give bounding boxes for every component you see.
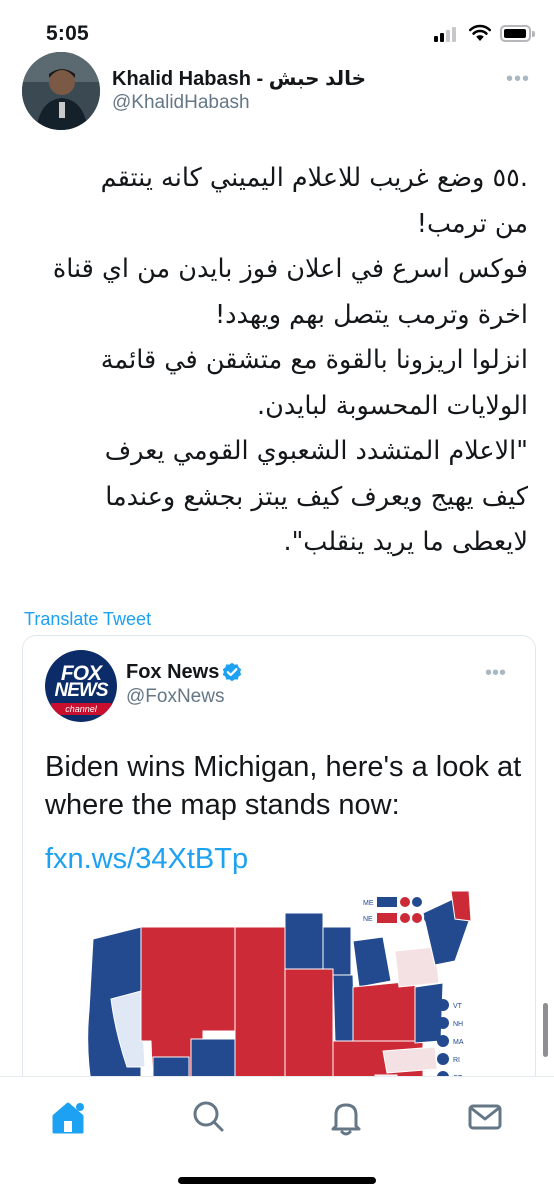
cellular-signal-icon	[434, 26, 460, 42]
tweet-line: انزلوا اريزونا بالقوة مع متشقن في قائمة	[100, 345, 528, 375]
tweet-line: من ترمب!	[416, 208, 528, 239]
legend-ne-label: NE	[363, 916, 373, 923]
home-indicator	[178, 1177, 376, 1184]
quoted-tweet-text: Biden wins Michigan, here's a look at wh…	[45, 751, 522, 821]
quoted-author-name[interactable]: Fox News	[126, 661, 219, 684]
quoted-tweet-card[interactable]: FOX NEWS channel Fox News @FoxNews ••• B…	[22, 635, 536, 1095]
tweet-line: .٥٥ وضع غريب للاعلام اليميني كانه ينتقم	[100, 163, 528, 193]
author-handle[interactable]: @KhalidHabash	[112, 92, 250, 114]
legend-me-label: ME	[363, 900, 374, 907]
tweet-line: فوكس اسرع في اعلان فوز بايدن من اي قناة	[52, 254, 528, 284]
logo-channel-text: channel	[51, 703, 111, 715]
wifi-icon	[468, 24, 492, 41]
tweet-line: كيف يهيج ويعرف كيف يبتز بجشع وعندما	[105, 481, 528, 512]
election-map-image[interactable]: ME NE VT NH MA RI CT	[23, 891, 536, 1095]
author-name[interactable]: Khalid Habash - خالد حبش	[112, 66, 366, 91]
envelope-icon[interactable]	[463, 1095, 507, 1139]
quoted-author-handle[interactable]: @FoxNews	[126, 686, 224, 708]
fox-news-avatar[interactable]: FOX NEWS channel	[45, 650, 117, 722]
status-bar: 5:05	[0, 0, 554, 60]
tweet-line: لايعطى ما يريد ينقلب".	[283, 527, 528, 557]
tweet-line: الولايات المحسوبة لبايدن.	[257, 390, 528, 421]
tweet-line: "الاعلام المتشدد الشعبوي القومي يعرف	[104, 436, 528, 466]
logo-news-text: NEWS	[54, 680, 109, 701]
more-dots-icon[interactable]: •••	[485, 662, 506, 685]
search-icon[interactable]	[186, 1095, 230, 1139]
verified-badge-icon	[222, 662, 242, 682]
status-time: 5:05	[46, 22, 89, 45]
home-icon[interactable]	[46, 1095, 90, 1139]
scroll-indicator	[543, 1003, 548, 1057]
author-avatar[interactable]	[22, 52, 100, 130]
state-label: MA	[453, 1039, 464, 1046]
tweet-text: .٥٥ وضع غريب للاعلام اليميني كانه ينتقم …	[20, 156, 528, 566]
tweet-line: اخرة وترمب يتصل بهم ويهدد!	[214, 299, 528, 330]
more-dots-icon[interactable]: •••	[506, 68, 530, 91]
quoted-tweet-link[interactable]: fxn.ws/34XtBTp	[45, 843, 248, 876]
battery-icon	[500, 25, 535, 42]
bell-icon[interactable]	[324, 1095, 368, 1139]
translate-tweet-link[interactable]: Translate Tweet	[24, 609, 151, 630]
state-label: VT	[453, 1003, 463, 1010]
state-label: NH	[453, 1021, 463, 1028]
state-label: RI	[453, 1057, 460, 1064]
